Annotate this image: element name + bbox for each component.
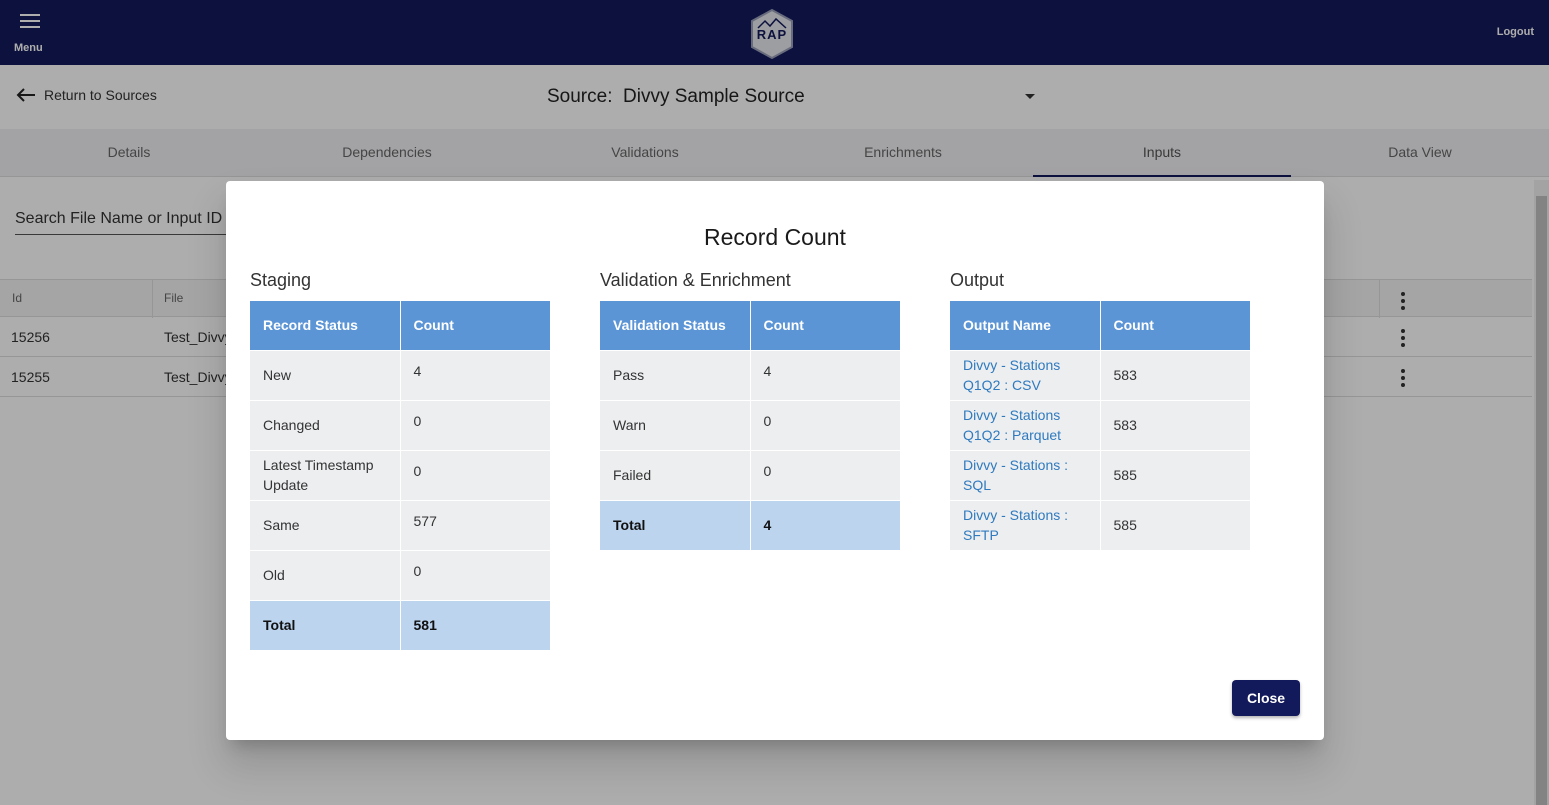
count-value: 0	[750, 449, 900, 500]
total-row: Total 4	[600, 499, 900, 550]
table-row: Pass 4	[600, 349, 900, 400]
output-title: Output	[950, 270, 1005, 290]
close-button[interactable]: Close	[1232, 680, 1300, 716]
total-value: 4	[750, 499, 900, 550]
table-row: Warn 0	[600, 399, 900, 450]
table-row: Same 577	[250, 499, 550, 550]
staging-table: Record Status Count New 4 Changed 0 Late…	[250, 301, 550, 650]
column-header: Record Status	[250, 301, 401, 350]
record-count-dialog: Record Count Staging Record Status Count…	[226, 181, 1324, 740]
table-row: New 4	[250, 349, 550, 400]
output-link[interactable]: Divvy - Stations Q1Q2 : Parquet	[950, 399, 1101, 450]
staging-section: Staging Record Status Count New 4 Change…	[250, 269, 550, 650]
count-value: 0	[400, 449, 550, 500]
count-value: 577	[400, 499, 550, 550]
status-label: Latest Timestamp Update	[250, 449, 401, 500]
column-header: Count	[400, 301, 550, 350]
dialog-title: Record Count	[704, 224, 846, 250]
validation-table: Validation Status Count Pass 4 Warn 0 Fa…	[600, 301, 900, 550]
column-header: Validation Status	[600, 301, 751, 350]
status-label: Same	[250, 499, 401, 550]
count-value: 585	[1100, 499, 1250, 550]
staging-title: Staging	[250, 270, 312, 290]
count-value: 4	[400, 349, 550, 400]
column-header: Count	[1100, 301, 1250, 350]
table-row: Divvy - Stations Q1Q2 : Parquet 583	[950, 399, 1250, 450]
count-value: 583	[1100, 399, 1250, 450]
table-row: Divvy - Stations Q1Q2 : CSV 583	[950, 349, 1250, 400]
validation-title: Validation & Enrichment	[600, 270, 791, 290]
status-label: Changed	[250, 399, 401, 450]
table-row: Old 0	[250, 549, 550, 600]
count-value: 4	[750, 349, 900, 400]
table-row: Divvy - Stations : SQL 585	[950, 449, 1250, 500]
total-label: Total	[250, 599, 401, 650]
status-label: Failed	[600, 449, 751, 500]
count-value: 583	[1100, 349, 1250, 400]
status-label: Warn	[600, 399, 751, 450]
validation-section: Validation & Enrichment Validation Statu…	[600, 269, 900, 550]
total-row: Total 581	[250, 599, 550, 650]
output-link[interactable]: Divvy - Stations Q1Q2 : CSV	[950, 349, 1101, 400]
status-label: Pass	[600, 349, 751, 400]
output-section: Output Output Name Count Divvy - Station…	[950, 269, 1250, 550]
total-value: 581	[400, 599, 550, 650]
output-table: Output Name Count Divvy - Stations Q1Q2 …	[950, 301, 1250, 550]
column-header: Count	[750, 301, 900, 350]
count-value: 0	[400, 399, 550, 450]
table-row: Changed 0	[250, 399, 550, 450]
count-value: 0	[750, 399, 900, 450]
status-label: New	[250, 349, 401, 400]
output-link[interactable]: Divvy - Stations : SQL	[950, 449, 1101, 500]
table-row: Latest Timestamp Update 0	[250, 449, 550, 500]
column-header: Output Name	[950, 301, 1101, 350]
total-label: Total	[600, 499, 751, 550]
table-row: Divvy - Stations : SFTP 585	[950, 499, 1250, 550]
count-value: 0	[400, 549, 550, 600]
table-row: Failed 0	[600, 449, 900, 500]
status-label: Old	[250, 549, 401, 600]
output-link[interactable]: Divvy - Stations : SFTP	[950, 499, 1101, 550]
count-value: 585	[1100, 449, 1250, 500]
